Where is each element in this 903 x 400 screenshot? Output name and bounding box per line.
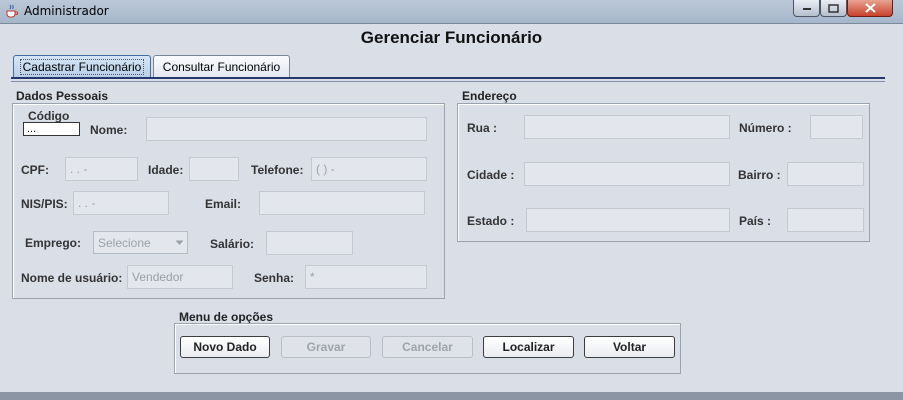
state-field[interactable] — [526, 208, 730, 232]
java-cup-icon — [4, 3, 20, 19]
find-button[interactable]: Localizar — [483, 336, 574, 358]
title-bar[interactable]: Administrador — [0, 0, 903, 24]
options-title: Menu de opções — [179, 310, 274, 324]
street-label: Rua : — [467, 121, 497, 135]
district-label: Bairro : — [738, 168, 781, 182]
password-field[interactable]: * — [305, 265, 427, 289]
age-field[interactable] — [189, 157, 239, 181]
username-label: Nome de usuário: — [21, 271, 123, 285]
personal-data-title: Dados Pessoais — [16, 89, 109, 103]
code-label: Código — [28, 109, 70, 123]
salary-field[interactable] — [266, 231, 353, 255]
email-field[interactable] — [259, 191, 425, 215]
phone-field[interactable]: ( ) - — [311, 157, 427, 181]
street-field[interactable] — [524, 115, 730, 139]
cpf-label: CPF: — [21, 163, 49, 177]
tab-cadastrar-funcionario[interactable]: Cadastrar Funcionário — [13, 55, 151, 77]
window-bottom-edge — [0, 392, 903, 400]
window-title: Administrador — [24, 4, 109, 18]
tab-divider — [11, 77, 885, 79]
phone-label: Telefone: — [251, 163, 304, 177]
number-field[interactable] — [810, 115, 863, 139]
username-field[interactable]: Vendedor — [127, 265, 233, 289]
minimize-button[interactable] — [793, 0, 820, 17]
new-data-button[interactable]: Novo Dado — [180, 336, 270, 358]
city-field[interactable] — [524, 162, 730, 186]
maximize-icon — [828, 3, 839, 13]
job-select[interactable]: Selecione — [93, 231, 188, 254]
email-label: Email: — [205, 197, 242, 211]
district-field[interactable] — [787, 162, 864, 186]
job-select-value: Selecione — [98, 235, 151, 250]
number-label: Número : — [739, 121, 792, 135]
tab-divider-shadow — [11, 81, 885, 82]
name-label: Nome: — [90, 123, 128, 137]
page-title: Gerenciar Funcionário — [360, 28, 543, 47]
close-icon — [864, 3, 876, 13]
back-button[interactable]: Voltar — [584, 336, 675, 358]
maximize-button[interactable] — [820, 0, 847, 17]
nis-field[interactable]: . . - — [73, 191, 169, 215]
address-title: Endereço — [462, 89, 517, 103]
country-label: País : — [739, 214, 772, 228]
state-label: Estado : — [467, 214, 515, 228]
application-window: Administrador Gerenciar Funcionário Cada… — [0, 0, 903, 400]
job-label: Emprego: — [25, 236, 82, 250]
save-button[interactable]: Gravar — [281, 336, 371, 358]
cancel-button[interactable]: Cancelar — [382, 336, 473, 358]
cpf-field[interactable]: . . - — [65, 157, 138, 181]
close-button[interactable] — [847, 0, 893, 17]
chevron-down-icon — [172, 233, 186, 252]
tab-label: Cadastrar Funcionário — [19, 58, 145, 75]
minimize-icon — [802, 8, 811, 10]
age-label: Idade: — [148, 163, 184, 177]
name-field[interactable] — [146, 117, 427, 141]
city-label: Cidade : — [467, 168, 515, 182]
code-field: ... — [23, 122, 80, 136]
nis-label: NIS/PIS: — [21, 197, 68, 211]
country-field[interactable] — [787, 208, 864, 232]
tab-consultar-funcionario[interactable]: Consultar Funcionário — [153, 55, 290, 77]
salary-label: Salário: — [210, 237, 255, 251]
password-label: Senha: — [254, 271, 295, 285]
tab-label: Consultar Funcionário — [162, 59, 281, 74]
